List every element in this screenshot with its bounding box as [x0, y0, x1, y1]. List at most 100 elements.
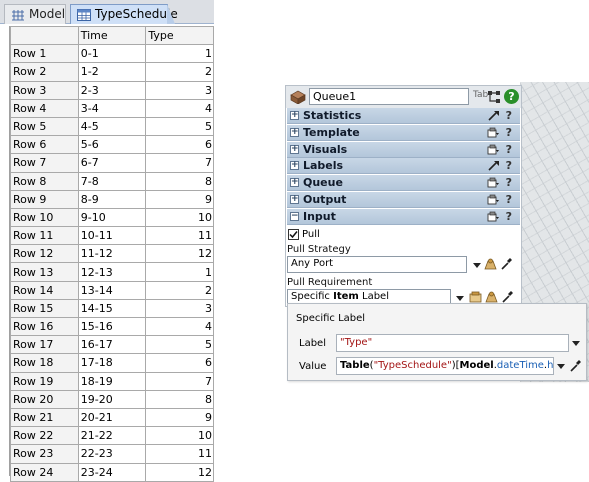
row-header[interactable]: Row 13	[10, 262, 79, 282]
type-cell[interactable]: 11	[145, 444, 214, 464]
value-dropdown-arrow[interactable]	[557, 364, 565, 369]
object-name-field[interactable]: Queue1	[309, 88, 469, 105]
time-cell[interactable]: 0-1	[77, 44, 147, 64]
type-cell[interactable]: 4	[145, 316, 214, 337]
time-cell[interactable]: 23-24	[77, 462, 147, 482]
type-cell[interactable]: 3	[145, 80, 214, 100]
section-labels[interactable]: + Labels?	[287, 158, 520, 175]
template-icon[interactable]	[487, 127, 500, 138]
type-cell[interactable]: 9	[145, 189, 214, 209]
type-cell[interactable]: 5	[145, 335, 214, 355]
corner-header[interactable]	[10, 25, 79, 46]
expand-icon[interactable]: +	[290, 111, 299, 120]
row-header[interactable]: Row 9	[10, 189, 79, 209]
expand-icon[interactable]: +	[290, 144, 299, 154]
help-icon[interactable]: ?	[506, 109, 512, 122]
time-cell[interactable]: 22-23	[77, 444, 147, 464]
label-input[interactable]: "Type"	[336, 334, 569, 352]
tab-typeschedule[interactable]: TypeSchedule	[70, 4, 178, 24]
type-cell[interactable]: 12	[145, 244, 214, 264]
expand-icon[interactable]: +	[290, 161, 299, 171]
template-icon[interactable]	[487, 211, 500, 222]
time-cell[interactable]: 6-7	[77, 153, 147, 173]
time-cell[interactable]: 16-17	[77, 335, 147, 355]
type-cell[interactable]: 4	[145, 98, 214, 118]
row-header[interactable]: Row 15	[10, 298, 79, 319]
label-dropdown-arrow[interactable]	[572, 341, 580, 346]
time-cell[interactable]: 18-19	[77, 371, 147, 391]
help-icon[interactable]: ?	[506, 193, 512, 206]
help-icon[interactable]: ?	[506, 176, 512, 189]
collapse-icon[interactable]: −	[290, 211, 299, 221]
help-icon[interactable]: ?	[506, 159, 512, 172]
tab-order-button[interactable]: Tab	[473, 90, 488, 100]
row-header[interactable]: Row 11	[10, 226, 79, 246]
type-cell[interactable]: 7	[145, 153, 214, 173]
expand-icon[interactable]: +	[290, 195, 299, 204]
time-cell[interactable]: 11-12	[77, 244, 147, 264]
time-cell[interactable]: 21-22	[77, 426, 147, 446]
column-header-time[interactable]: Time	[77, 25, 147, 46]
pull-strategy-select[interactable]: Any Port	[287, 256, 467, 273]
pin-icon[interactable]	[487, 110, 500, 121]
row-header[interactable]: Row 3	[10, 80, 79, 100]
tree-view-icon[interactable]	[487, 90, 501, 104]
type-cell[interactable]: 11	[145, 226, 214, 246]
type-cell[interactable]: 5	[145, 116, 214, 137]
type-cell[interactable]: 2	[145, 280, 214, 300]
time-cell[interactable]: 8-9	[77, 189, 147, 209]
time-cell[interactable]: 10-11	[77, 226, 147, 246]
section-statistics[interactable]: + Statistics?	[287, 108, 520, 124]
row-header[interactable]: Row 5	[10, 116, 79, 137]
expand-icon[interactable]: +	[290, 127, 299, 137]
type-cell[interactable]: 3	[145, 298, 214, 319]
row-header[interactable]: Row 18	[10, 353, 79, 373]
expand-icon[interactable]: +	[290, 178, 299, 188]
row-header[interactable]: Row 4	[10, 98, 79, 118]
type-cell[interactable]: 7	[145, 371, 214, 391]
time-cell[interactable]: 3-4	[77, 98, 147, 118]
row-header[interactable]: Row 2	[10, 62, 79, 82]
time-cell[interactable]: 20-21	[77, 407, 147, 428]
section-input[interactable]: − Input?	[287, 208, 520, 225]
time-cell[interactable]: 7-8	[77, 171, 147, 191]
time-cell[interactable]: 19-20	[77, 389, 147, 409]
type-cell[interactable]: 1	[145, 44, 214, 64]
row-header[interactable]: Row 12	[10, 244, 79, 264]
time-cell[interactable]: 17-18	[77, 353, 147, 373]
help-icon[interactable]: ?	[506, 210, 512, 223]
time-cell[interactable]: 13-14	[77, 280, 147, 300]
time-cell[interactable]: 9-10	[77, 207, 147, 228]
pin-icon[interactable]	[487, 160, 500, 171]
help-icon[interactable]: ?	[506, 126, 512, 139]
type-cell[interactable]: 2	[145, 62, 214, 82]
section-queue[interactable]: + Queue?	[287, 175, 520, 192]
row-header[interactable]: Row 22	[10, 426, 79, 446]
pull-strategy-dropdown-arrow[interactable]	[473, 263, 481, 268]
edit-code-icon[interactable]	[484, 258, 497, 270]
row-header[interactable]: Row 1	[10, 44, 79, 64]
tab-model[interactable]: Model	[4, 4, 66, 24]
type-cell[interactable]: 12	[145, 462, 214, 482]
row-header[interactable]: Row 7	[10, 153, 79, 173]
section-template[interactable]: + Template?	[287, 124, 520, 141]
row-header[interactable]: Row 20	[10, 389, 79, 409]
template-icon[interactable]	[469, 291, 482, 303]
help-icon[interactable]: ?	[506, 143, 512, 156]
template-icon[interactable]	[487, 177, 500, 188]
time-cell[interactable]: 4-5	[77, 116, 147, 137]
section-output[interactable]: + Output?	[287, 192, 520, 208]
column-header-type[interactable]: Type	[145, 25, 214, 46]
type-cell[interactable]: 1	[145, 262, 214, 282]
row-header[interactable]: Row 16	[10, 316, 79, 337]
time-cell[interactable]: 2-3	[77, 80, 147, 100]
template-icon[interactable]	[487, 144, 500, 155]
type-cell[interactable]: 9	[145, 407, 214, 428]
help-icon[interactable]: ?	[504, 89, 519, 104]
edit-code-icon-2[interactable]	[485, 291, 498, 303]
type-cell[interactable]: 6	[145, 135, 214, 155]
time-cell[interactable]: 14-15	[77, 298, 147, 319]
time-cell[interactable]: 12-13	[77, 262, 147, 282]
row-header[interactable]: Row 19	[10, 371, 79, 391]
row-header[interactable]: Row 8	[10, 171, 79, 191]
